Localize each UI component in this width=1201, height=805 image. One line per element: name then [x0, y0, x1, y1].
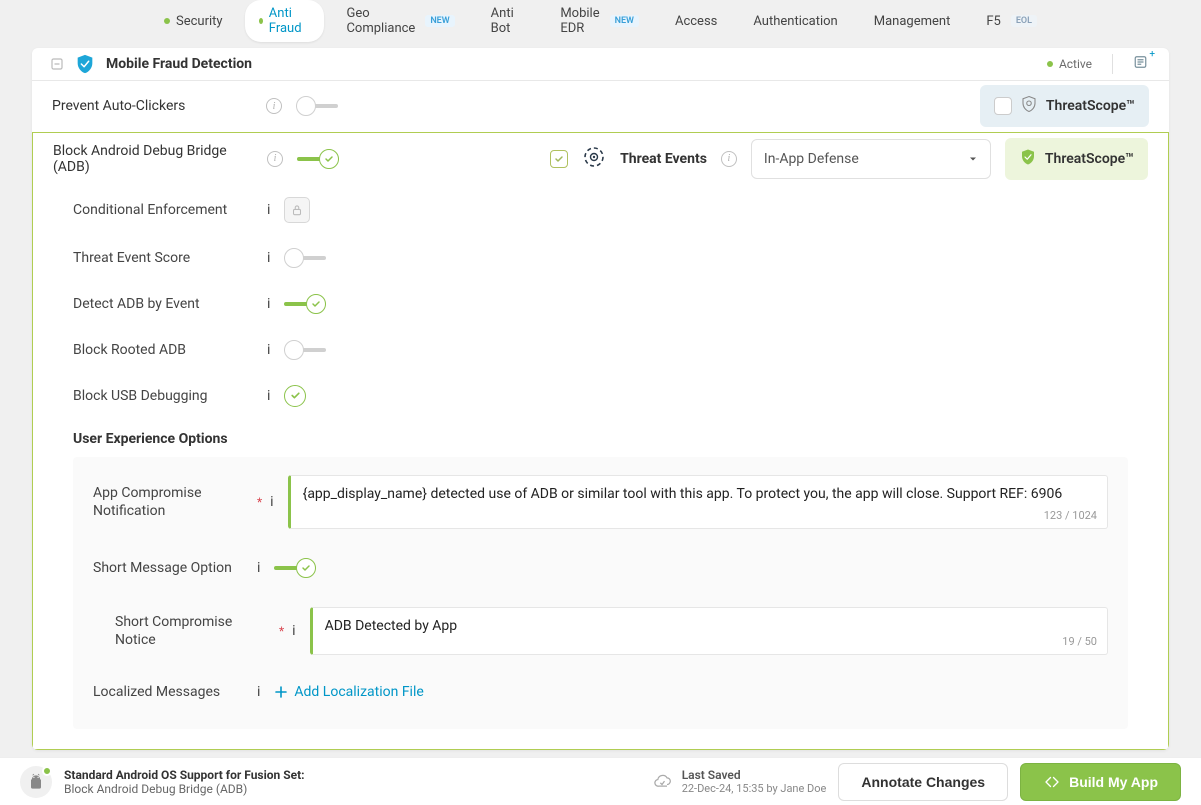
lock-icon: [284, 197, 310, 223]
defense-mode-dropdown[interactable]: In-App Defense: [751, 139, 991, 179]
tab-anti-bot[interactable]: Anti Bot: [477, 0, 539, 42]
info-icon[interactable]: i: [267, 250, 270, 266]
collapse-toggle[interactable]: [50, 57, 64, 71]
row-label-prevent-auto-clickers: Prevent Auto-Clickers: [52, 98, 252, 114]
toggle-short-message-option[interactable]: [274, 557, 316, 579]
app-compromise-notification-input[interactable]: {app_display_name} detected use of ADB o…: [288, 475, 1108, 529]
row-label-conditional-enforcement: Conditional Enforcement: [73, 202, 253, 218]
row-label-threat-event-score: Threat Event Score: [73, 250, 253, 266]
threatscope-badge[interactable]: ThreatScope™: [980, 85, 1149, 127]
tab-authentication[interactable]: Authentication: [739, 8, 851, 35]
required-indicator: *: [279, 624, 284, 638]
android-icon: [20, 766, 52, 798]
tab-access[interactable]: Access: [661, 8, 731, 35]
tab-management[interactable]: Management: [860, 8, 965, 35]
info-icon[interactable]: i: [257, 560, 260, 576]
toggle-block-adb[interactable]: [297, 148, 339, 170]
char-count: 123 / 1024: [1044, 509, 1097, 522]
info-icon[interactable]: i: [267, 388, 270, 404]
info-icon[interactable]: i: [721, 151, 737, 167]
fusion-set-meta: Standard Android OS Support for Fusion S…: [64, 768, 305, 796]
check-block-usb-debugging[interactable]: [284, 385, 306, 407]
info-icon[interactable]: i: [292, 623, 295, 639]
status-badge: Active: [1047, 57, 1092, 71]
build-my-app-button[interactable]: Build My App: [1020, 763, 1181, 801]
row-label-short-compromise-notice: Short Compromise Notice: [115, 613, 265, 649]
row-label-short-message-option: Short Message Option: [93, 559, 243, 577]
threat-events-checkbox[interactable]: [550, 150, 568, 168]
threat-events-label: Threat Events: [620, 151, 707, 167]
toggle-detect-adb-event[interactable]: [284, 293, 326, 315]
info-icon[interactable]: i: [267, 202, 270, 218]
plus-icon: [274, 685, 288, 699]
row-label-localized-messages: Localized Messages: [93, 683, 243, 701]
tab-geo-compliance[interactable]: Geo ComplianceNEW: [332, 0, 468, 42]
short-compromise-notice-input[interactable]: ADB Detected by App 19 / 50: [310, 607, 1108, 655]
threatscope-badge-active[interactable]: ThreatScope™: [1005, 138, 1148, 180]
info-icon[interactable]: i: [257, 684, 260, 700]
info-icon[interactable]: i: [266, 98, 282, 114]
add-config-icon[interactable]: +: [1133, 53, 1151, 75]
char-count: 19 / 50: [1062, 635, 1097, 648]
shield-icon: [74, 53, 96, 75]
tab-security[interactable]: Security: [150, 8, 237, 35]
info-icon[interactable]: i: [267, 296, 270, 312]
toggle-prevent-auto-clickers[interactable]: [296, 95, 338, 117]
row-label-block-rooted-adb: Block Rooted ADB: [73, 342, 253, 358]
row-label-block-usb-debugging: Block USB Debugging: [73, 388, 253, 404]
build-icon: [1043, 773, 1061, 791]
info-icon[interactable]: i: [270, 494, 273, 510]
cloud-sync-icon: [652, 772, 672, 792]
toggle-block-rooted-adb[interactable]: [284, 339, 326, 361]
row-label-detect-adb-event: Detect ADB by Event: [73, 296, 253, 312]
shield-filled-icon: [1019, 148, 1037, 170]
tab-f5[interactable]: F5EOL: [972, 8, 1051, 35]
annotate-changes-button[interactable]: Annotate Changes: [838, 763, 1008, 801]
row-label-block-adb: Block Android Debug Bridge (ADB): [53, 143, 253, 175]
last-saved: Last Saved 22-Dec-24, 15:35 by Jane Doe: [652, 768, 827, 795]
info-icon[interactable]: i: [267, 342, 270, 358]
add-localization-link[interactable]: Add Localization File: [274, 684, 423, 700]
required-indicator: *: [257, 495, 262, 509]
toggle-threat-event-score[interactable]: [284, 247, 326, 269]
ux-options-header: User Experience Options: [33, 419, 1168, 457]
chevron-down-icon: [968, 154, 978, 164]
shield-outline-icon: [1020, 95, 1038, 117]
page-title: Mobile Fraud Detection: [106, 56, 252, 72]
threatscope-checkbox[interactable]: [994, 97, 1012, 115]
info-icon[interactable]: i: [267, 151, 283, 167]
scope-icon: [582, 145, 606, 173]
tab-mobile-edr[interactable]: Mobile EDRNEW: [546, 0, 653, 42]
row-label-app-compromise-notification: App Compromise Notification: [93, 484, 243, 520]
tab-anti-fraud[interactable]: Anti Fraud: [245, 0, 325, 42]
